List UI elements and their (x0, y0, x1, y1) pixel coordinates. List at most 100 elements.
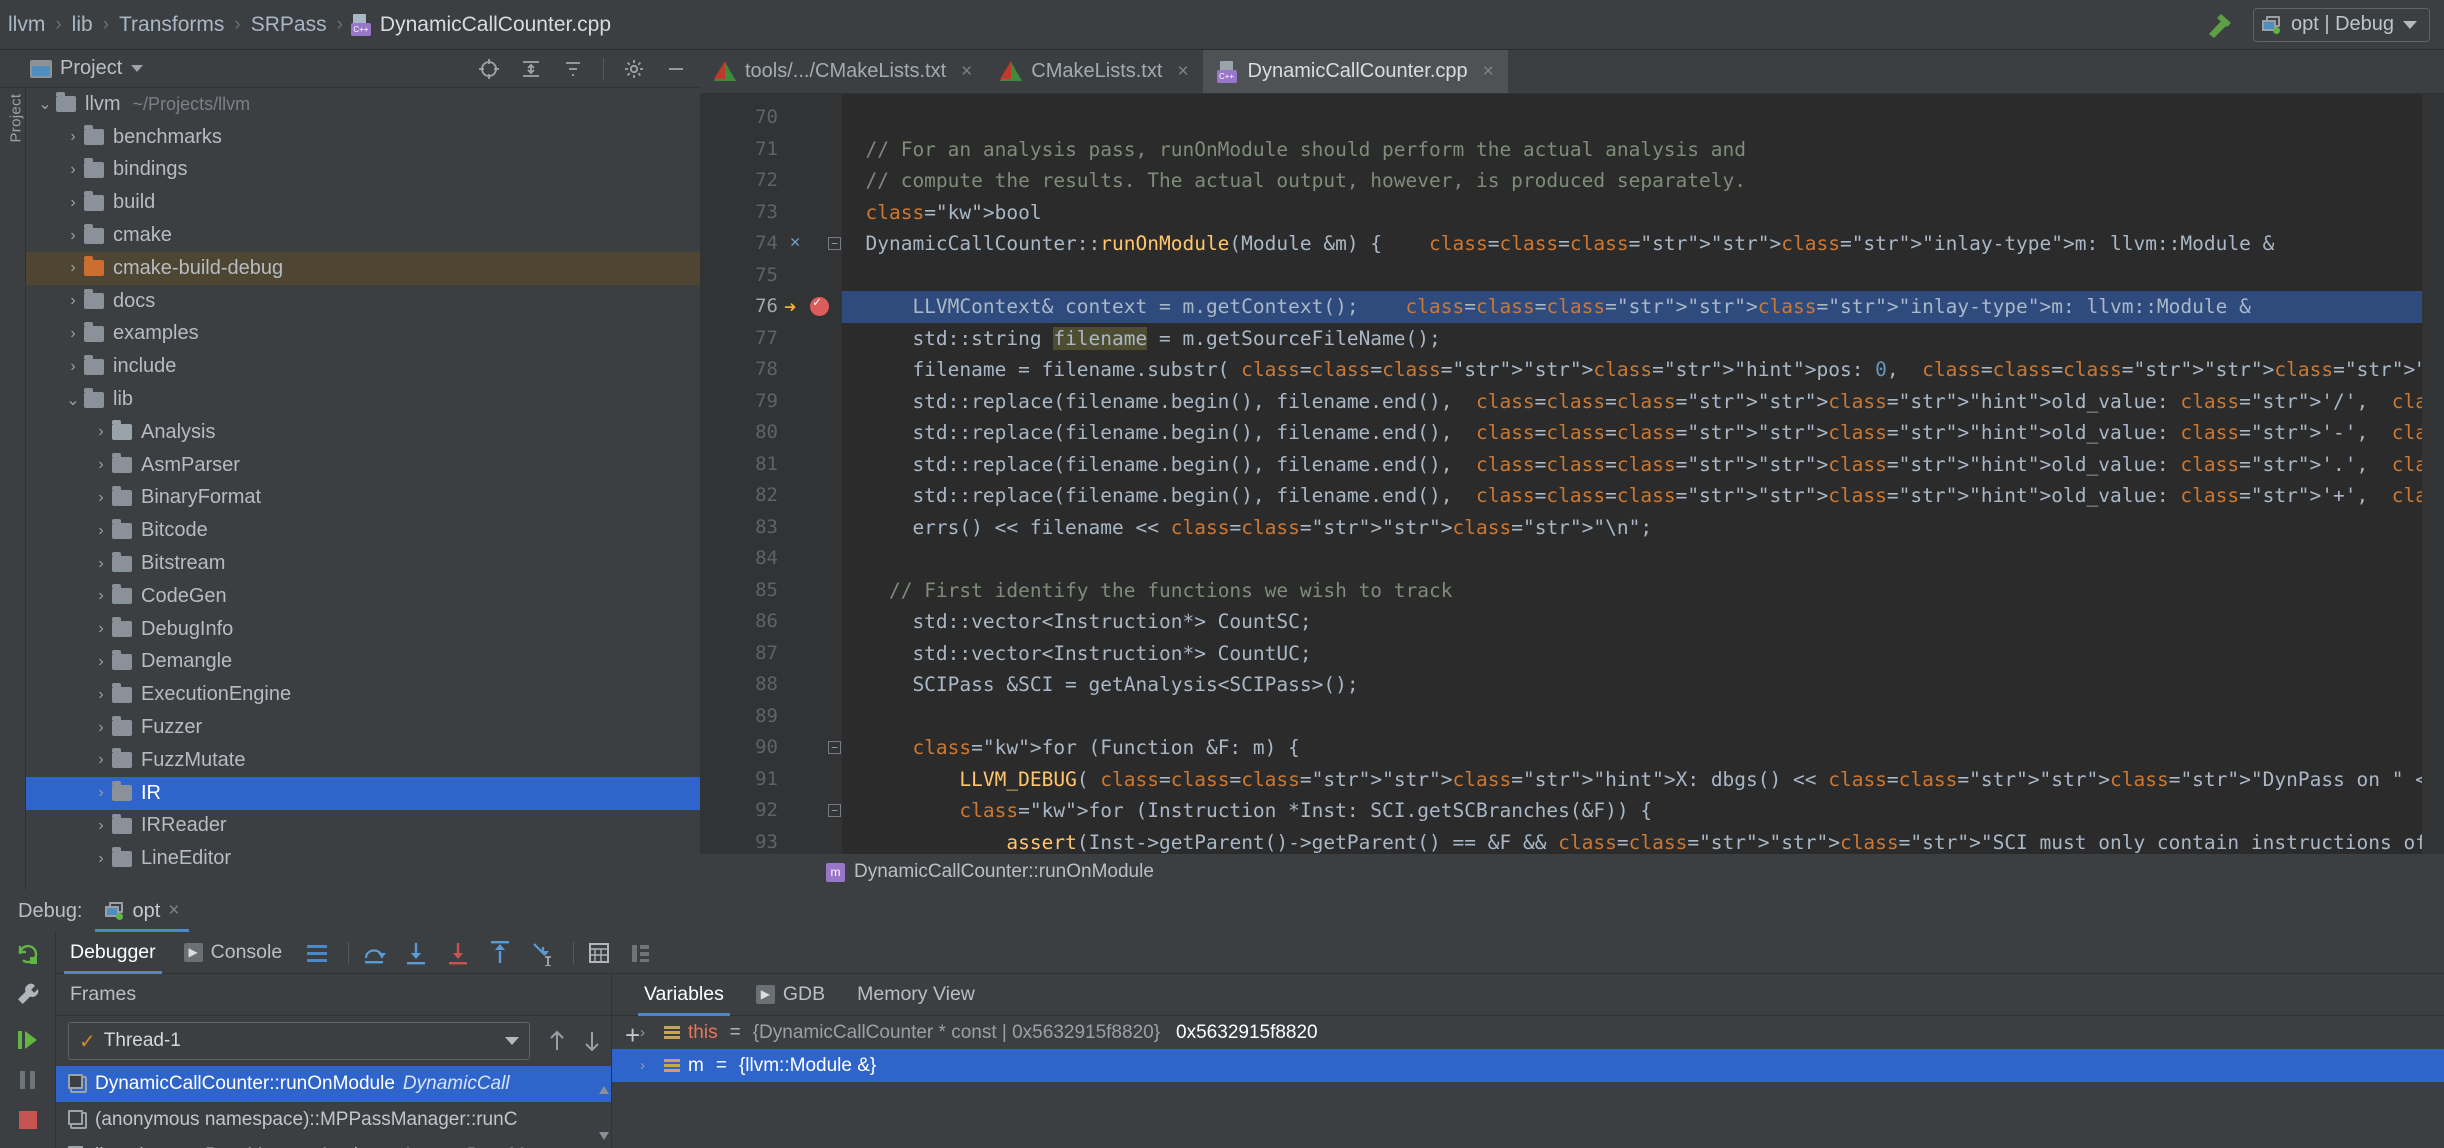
inspection-marker-icon[interactable]: ✕ (790, 232, 800, 252)
variables-list[interactable]: › this = {DynamicCallCounter * const | 0x56… (612, 1016, 2444, 1148)
tree-item-lineeditor[interactable]: › LineEditor (26, 842, 700, 875)
tree-item-debuginfo[interactable]: › DebugInfo (26, 613, 700, 646)
step-out-icon[interactable] (487, 940, 513, 966)
code-fold-icon[interactable]: − (828, 237, 841, 250)
layout-icon[interactable] (304, 940, 330, 966)
mute-breakpoints-icon[interactable] (628, 940, 654, 966)
variable-row[interactable]: › m = {llvm::Module &} (612, 1049, 2444, 1082)
step-into-icon[interactable] (403, 940, 429, 966)
code-line[interactable]: LLVMContext& context = m.getContext(); c… (842, 291, 2250, 323)
breadcrumb-item-file[interactable]: DynamicCallCounter.cpp (378, 13, 613, 37)
chevron-right-icon[interactable]: › (90, 817, 112, 835)
chevron-right-icon[interactable]: › (640, 1024, 656, 1041)
code-fold-icon[interactable]: − (828, 804, 841, 817)
tree-item-bitstream[interactable]: › Bitstream (26, 547, 700, 580)
pause-icon[interactable] (14, 1066, 42, 1094)
chevron-right-icon[interactable]: › (62, 194, 84, 212)
debug-tab-console[interactable]: ▶ Console (170, 932, 297, 974)
tree-item-binaryformat[interactable]: › BinaryFormat (26, 482, 700, 515)
tree-item-lib[interactable]: ⌄ lib (26, 383, 700, 416)
chevron-right-icon[interactable]: › (62, 358, 84, 376)
frame-row[interactable]: DynamicCallCounter::runOnModule DynamicCa… (56, 1066, 612, 1102)
chevron-right-icon[interactable]: › (90, 489, 112, 507)
chevron-right-icon[interactable]: › (90, 522, 112, 540)
chevron-right-icon[interactable]: › (62, 292, 84, 310)
chevron-right-icon[interactable]: › (90, 719, 112, 737)
tree-item-cmake[interactable]: › cmake (26, 219, 700, 252)
gear-icon[interactable] (622, 57, 646, 81)
locate-icon[interactable] (477, 57, 501, 81)
chevron-right-icon[interactable]: › (90, 751, 112, 769)
chevron-right-icon[interactable]: › (90, 653, 112, 671)
code-line[interactable]: class="kw">for (Instruction *Inst: SCI.g… (842, 795, 1652, 827)
breakpoint-icon[interactable] (810, 295, 829, 316)
run-configuration-selector[interactable]: opt | Debug (2252, 7, 2430, 42)
tree-item-analysis[interactable]: › Analysis (26, 416, 700, 449)
code-line[interactable]: std::replace(filename.begin(), filename.… (842, 480, 2444, 512)
breadcrumb-item-llvm[interactable]: llvm (6, 13, 47, 37)
tree-item-bindings[interactable]: › bindings (26, 154, 700, 187)
variables-tab-variables[interactable]: Variables (628, 974, 740, 1016)
debug-action-rail[interactable] (0, 932, 56, 1148)
breadcrumb-item-transforms[interactable]: Transforms (117, 13, 226, 37)
debugger-toolbar[interactable]: Debugger ▶ Console (56, 932, 2444, 974)
chevron-right-icon[interactable]: › (90, 620, 112, 638)
frames-scrollbar[interactable] (596, 1066, 612, 1148)
tree-item-fuzzer[interactable]: › Fuzzer (26, 711, 700, 744)
expand-icon[interactable] (561, 57, 585, 81)
chevron-right-icon[interactable]: › (62, 128, 84, 146)
chevron-right-icon[interactable]: › (62, 161, 84, 179)
stop-icon[interactable] (14, 1106, 42, 1134)
editor-tab-cmakelists-txt[interactable]: CMakeLists.txt × (986, 50, 1202, 93)
tree-item-asmparser[interactable]: › AsmParser (26, 449, 700, 482)
tree-item-examples[interactable]: › examples (26, 318, 700, 351)
chevron-right-icon[interactable]: › (90, 423, 112, 441)
editor-tab-tools-cmakelists-txt[interactable]: tools/.../CMakeLists.txt × (700, 50, 986, 93)
chevron-right-icon[interactable]: › (62, 259, 84, 277)
tree-item-benchmarks[interactable]: › benchmarks (26, 121, 700, 154)
code-line[interactable]: std::replace(filename.begin(), filename.… (842, 386, 2444, 418)
resume-icon[interactable] (14, 1026, 42, 1054)
hide-panel-icon[interactable] (664, 57, 688, 81)
chevron-right-icon[interactable]: › (90, 456, 112, 474)
chevron-right-icon[interactable]: › (90, 555, 112, 573)
code-fold-icon[interactable]: − (828, 741, 841, 754)
tree-item-docs[interactable]: › docs (26, 285, 700, 318)
variables-tab-bar[interactable]: Variables ▶ GDB Memory View (612, 974, 2444, 1016)
run-to-cursor-icon[interactable] (529, 940, 555, 966)
tree-item-fuzzmutate[interactable]: › FuzzMutate (26, 744, 700, 777)
tree-item-ir[interactable]: › IR (26, 776, 700, 810)
code-line[interactable]: std::string filename = m.getSourceFileNa… (842, 323, 1441, 355)
code-line[interactable]: std::vector<Instruction*> CountUC; (842, 638, 1311, 670)
tree-item-irreader[interactable]: › IRReader (26, 810, 700, 843)
close-icon[interactable]: × (168, 900, 179, 922)
chevron-right-icon[interactable]: › (62, 227, 84, 245)
tree-item-bitcode[interactable]: › Bitcode (26, 514, 700, 547)
editor-tab-bar[interactable]: tools/.../CMakeLists.txt × CMakeLists.txt ×… (700, 50, 2444, 94)
chevron-right-icon[interactable]: › (62, 325, 84, 343)
debug-session-tab[interactable]: opt × (94, 890, 190, 932)
variable-row[interactable]: › this = {DynamicCallCounter * const | 0x56… (612, 1016, 2444, 1049)
tree-item-llvm[interactable]: ⌄ llvm ~/Projects/llvm (26, 88, 700, 121)
close-icon[interactable]: × (1177, 61, 1188, 83)
editor-tab-dynamiccallcounter-cpp[interactable]: DynamicCallCounter.cpp × (1202, 50, 1508, 93)
tree-item-build[interactable]: › build (26, 186, 700, 219)
tree-item-demangle[interactable]: › Demangle (26, 646, 700, 679)
step-over-icon[interactable] (361, 940, 387, 966)
chevron-down-icon[interactable] (131, 65, 144, 72)
frames-list[interactable]: DynamicCallCounter::runOnModule DynamicCa… (56, 1066, 612, 1148)
chevron-right-icon[interactable]: › (640, 1057, 656, 1074)
code-line[interactable]: LLVM_DEBUG( class=class=class="str">"str… (842, 764, 2444, 796)
frame-row[interactable]: (anonymous namespace)::MPPassManager::ru… (56, 1102, 612, 1138)
code-line[interactable]: class="kw">for (Function &F: m) { (842, 732, 1299, 764)
close-icon[interactable]: × (961, 61, 972, 83)
code-editor[interactable]: 70 71 // For an analysis pass, runOnModul… (700, 94, 2444, 854)
tree-item-codegen[interactable]: › CodeGen (26, 580, 700, 613)
close-icon[interactable]: × (1483, 61, 1494, 83)
chevron-down-icon[interactable]: ⌄ (62, 390, 84, 410)
settings-wrench-icon[interactable] (14, 980, 42, 1008)
code-line[interactable]: DynamicCallCounter::runOnModule(Module &… (842, 228, 2274, 260)
tree-item-include[interactable]: › include (26, 350, 700, 383)
arrow-up-icon[interactable] (545, 1028, 569, 1054)
chevron-right-icon[interactable]: › (90, 784, 112, 802)
